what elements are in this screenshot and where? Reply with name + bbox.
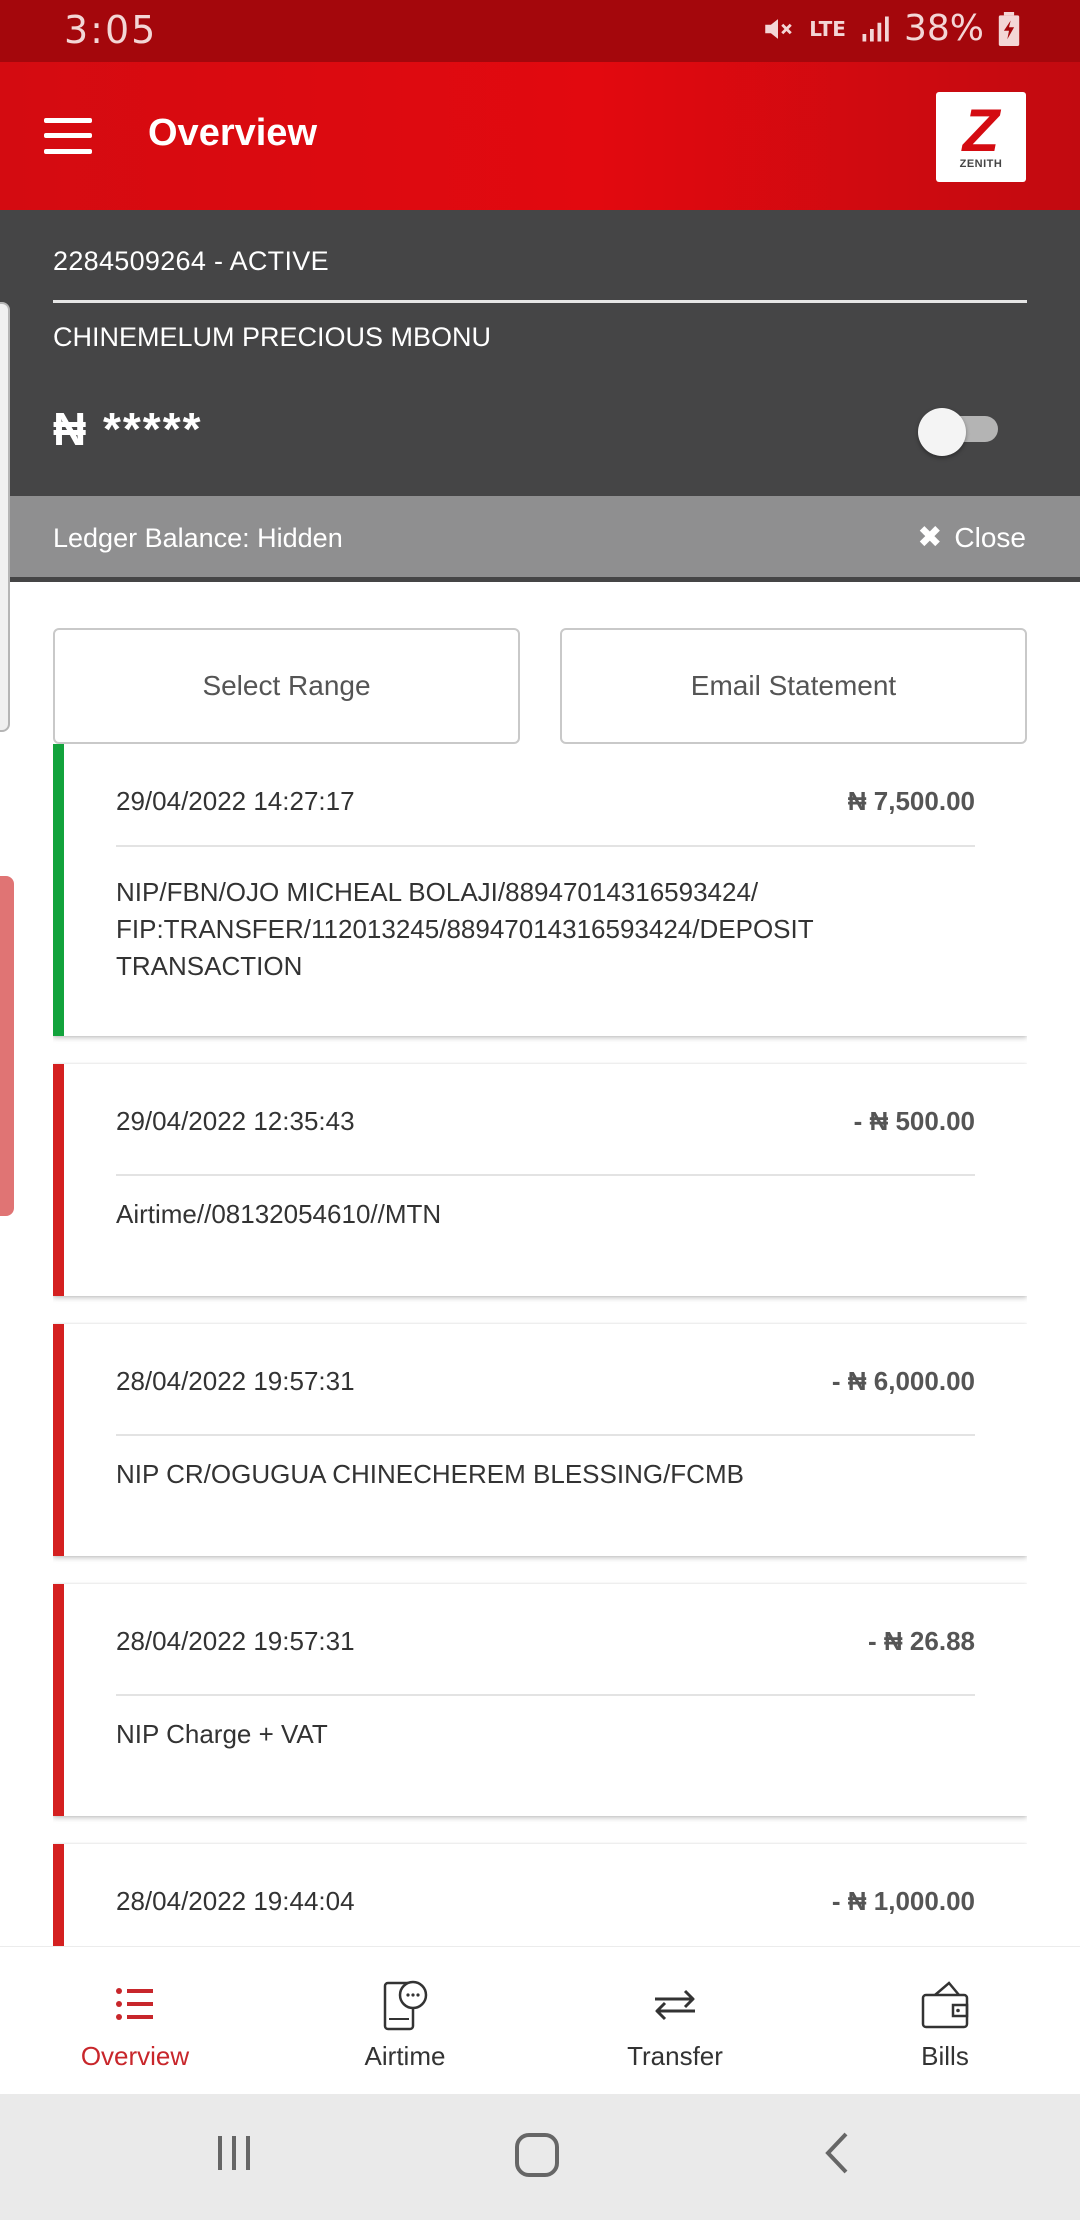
transfer-arrows-icon [655, 1989, 695, 2021]
transaction-divider [116, 1694, 975, 1696]
close-icon: ✖ [917, 521, 943, 554]
transaction-date: 29/04/2022 12:35:43 [116, 1106, 355, 1136]
status-bar: 3:05 LTE 38% [0, 0, 1080, 62]
status-icons: LTE 38% [761, 8, 1020, 49]
side-drawer-handle[interactable] [0, 302, 10, 732]
status-time: 3:05 [64, 8, 158, 52]
logo-text: ZENITH [959, 158, 1003, 170]
transaction-card[interactable]: 29/04/2022 12:35:43 - ₦ 500.00 Airtime//… [53, 1064, 1027, 1296]
nav-bills[interactable]: Bills [810, 1947, 1080, 2094]
transaction-description: NIP CR/OGUGUA CHINECHEREM BLESSING/FCMB [116, 1459, 744, 1489]
nav-bills-label: Bills [921, 2041, 969, 2071]
transaction-amount: - ₦ 26.88 [868, 1626, 975, 1656]
list-icon [116, 1988, 153, 2020]
recent-apps-icon[interactable] [212, 2130, 258, 2176]
transaction-amount: - ₦ 1,000.00 [831, 1886, 975, 1916]
nav-overview[interactable]: Overview [0, 1947, 270, 2094]
transaction-date: 29/04/2022 14:27:17 [116, 786, 355, 816]
transaction-card[interactable]: 28/04/2022 19:57:31 - ₦ 6,000.00 NIP CR/… [53, 1324, 1027, 1556]
phone-chat-icon [383, 1980, 428, 2031]
nav-transfer[interactable]: Transfer [540, 1947, 810, 2094]
close-label: Close [954, 521, 1026, 553]
transaction-divider [116, 1174, 975, 1176]
side-tab-indicator[interactable] [0, 876, 14, 1216]
system-navigation-bar [0, 2094, 1080, 2220]
transaction-divider [116, 845, 975, 847]
battery-icon [998, 11, 1020, 46]
back-icon[interactable] [816, 2130, 862, 2176]
transaction-list[interactable]: 29/04/2022 14:27:17 ₦ 7,500.00 NIP/FBN/O… [53, 744, 1027, 1946]
wallet-icon [921, 1981, 969, 2029]
hamburger-menu-icon[interactable] [44, 118, 92, 154]
ledger-balance-text: Ledger Balance: Hidden [53, 523, 343, 553]
ledger-balance-bar: Ledger Balance: Hidden ✖ Close [0, 496, 1080, 582]
transaction-amount: - ₦ 500.00 [853, 1106, 975, 1136]
transaction-date: 28/04/2022 19:57:31 [116, 1366, 355, 1396]
close-button[interactable]: ✖ Close [917, 520, 1026, 555]
home-icon[interactable] [512, 2130, 562, 2180]
nav-airtime-label: Airtime [364, 2041, 446, 2071]
nav-airtime[interactable]: Airtime [270, 1947, 540, 2094]
page-title: Overview [148, 112, 317, 154]
transaction-date: 28/04/2022 19:57:31 [116, 1626, 355, 1656]
balance-visibility-toggle[interactable] [918, 408, 998, 456]
nav-transfer-label: Transfer [627, 2041, 723, 2071]
nav-overview-label: Overview [80, 2041, 190, 2071]
transaction-card[interactable]: 29/04/2022 14:27:17 ₦ 7,500.00 NIP/FBN/O… [53, 744, 1027, 1036]
toggle-thumb [918, 408, 966, 456]
transaction-divider [116, 1434, 975, 1436]
logo-mark: Z [962, 97, 1000, 164]
account-panel: 2284509264 - ACTIVE CHINEMELUM PRECIOUS … [0, 210, 1080, 496]
app-bar: Overview Z ZENITH [0, 62, 1080, 210]
transaction-description: Airtime//08132054610//MTN [116, 1199, 442, 1229]
transaction-description: NIP Charge + VAT [116, 1719, 328, 1749]
transaction-amount: - ₦ 6,000.00 [831, 1366, 975, 1396]
account-holder-name: CHINEMELUM PRECIOUS MBONU [53, 322, 492, 352]
transaction-date: 28/04/2022 19:44:04 [116, 1886, 355, 1916]
network-type: LTE [809, 16, 846, 41]
transaction-description: NIP/FBN/OJO MICHEAL BOLAJI/8894701431659… [116, 877, 814, 981]
zenith-logo: Z ZENITH [936, 92, 1026, 182]
transaction-card[interactable]: 28/04/2022 19:44:04 - ₦ 1,000.00 [53, 1844, 1027, 1946]
transaction-amount: ₦ 7,500.00 [847, 786, 975, 816]
email-statement-button[interactable]: Email Statement [560, 628, 1027, 744]
battery-percent: 38% [903, 8, 984, 49]
mute-icon [765, 18, 792, 39]
account-balance: ₦ ***** [53, 403, 203, 455]
select-range-button[interactable]: Select Range [53, 628, 520, 744]
transaction-card[interactable]: 28/04/2022 19:57:31 - ₦ 26.88 NIP Charge… [53, 1584, 1027, 1816]
account-number-status: 2284509264 - ACTIVE [53, 246, 329, 276]
bottom-navigation: Overview Airtime Transfer Bills [0, 1946, 1080, 2094]
signal-icon [862, 16, 889, 41]
account-divider [53, 300, 1027, 303]
